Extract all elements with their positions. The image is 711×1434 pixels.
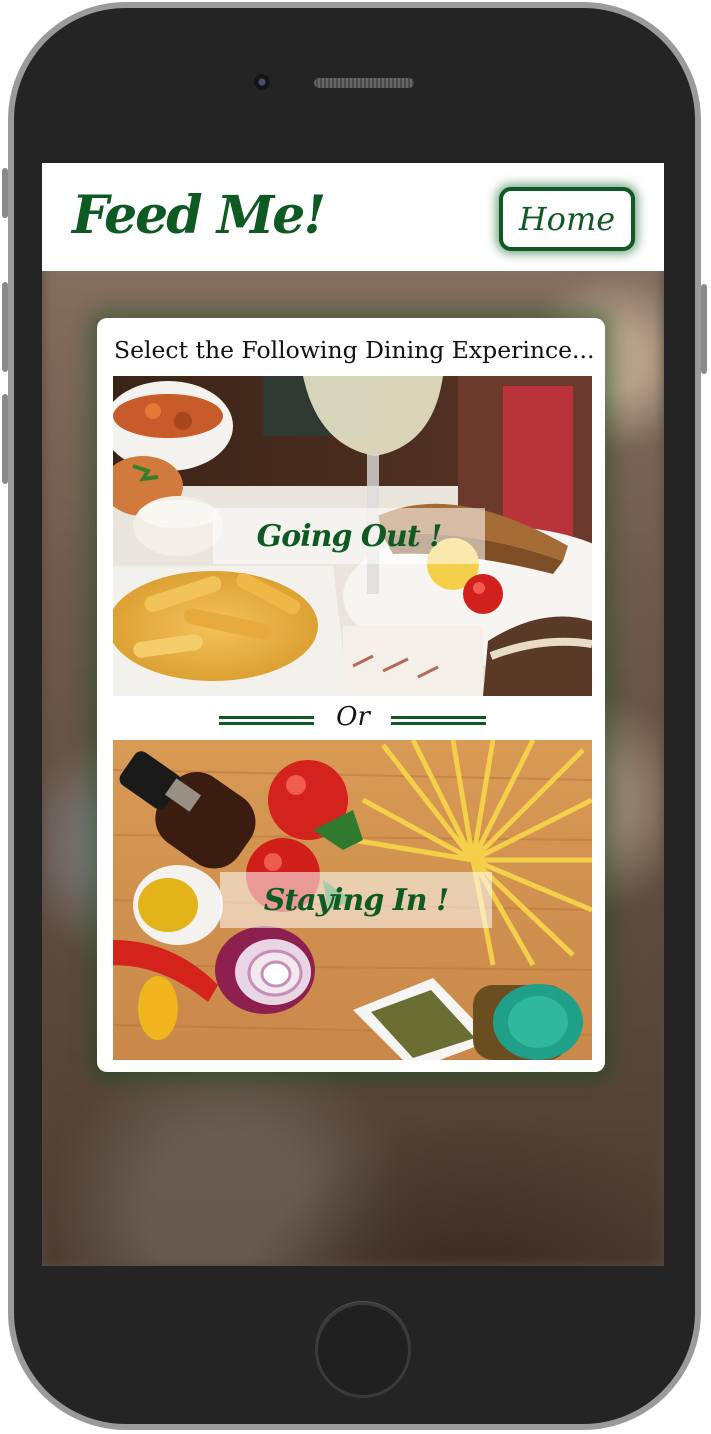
divider-line-right [391, 716, 486, 725]
card-heading: Select the Following Dining Experince... [114, 336, 595, 364]
selection-card: Select the Following Dining Experince... [97, 318, 605, 1072]
going-out-label[interactable]: Going Out ! [213, 508, 485, 564]
home-button-icon [315, 1302, 411, 1398]
going-out-option[interactable]: Going Out ! [113, 376, 592, 696]
volume-down-button [2, 394, 8, 484]
screen: Feed Me! Home Select the Following Dinin… [42, 163, 664, 1266]
speaker-grille [314, 78, 414, 88]
camera-icon [254, 74, 270, 90]
mute-switch [2, 168, 8, 218]
divider-line-left [219, 716, 314, 725]
volume-up-button [2, 282, 8, 372]
power-button [701, 284, 707, 374]
home-button[interactable]: Home [499, 187, 635, 251]
navbar: Feed Me! Home [42, 163, 664, 271]
brand-logo[interactable]: Feed Me! [72, 185, 326, 246]
or-text: Or [336, 702, 370, 732]
staying-in-label[interactable]: Staying In ! [220, 872, 492, 928]
or-divider: Or [97, 702, 605, 736]
staying-in-option[interactable]: Staying In ! [113, 740, 592, 1060]
